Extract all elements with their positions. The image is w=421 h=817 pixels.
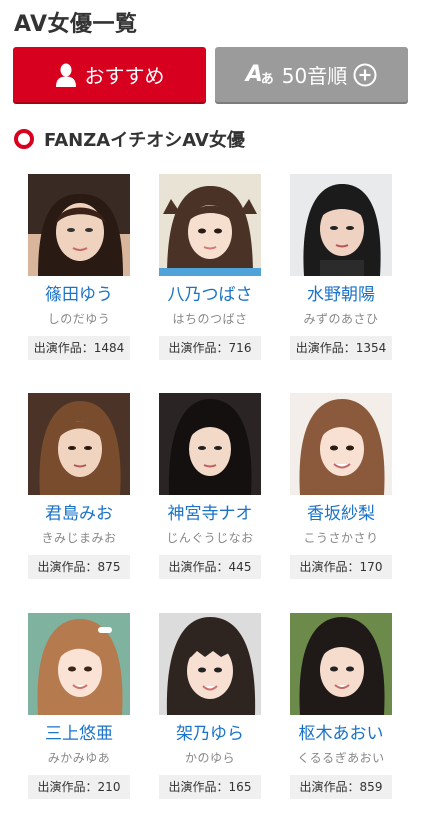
section-title: FANZAイチオシAV女優 [44,130,245,151]
actress-photo[interactable] [290,393,392,495]
syllabary-icon: A あ [245,61,274,87]
actress-card[interactable]: 神宮寺ナオ じんぐうじなお 出演作品：445 [158,393,262,579]
actress-card[interactable]: 枢木あおい くるるぎあおい 出演作品：859 [289,613,393,799]
actress-name[interactable]: 神宮寺ナオ [158,503,262,525]
actress-kana: こうさかさり [303,531,379,545]
actress-photo[interactable] [28,393,130,495]
actress-card[interactable]: 君島みお きみじまみお 出演作品：875 [27,393,131,579]
actress-name[interactable]: 香坂紗梨 [289,503,393,525]
works-count: 出演作品：165 [159,775,261,799]
actress-kana: かのゆら [184,751,235,765]
works-count: 出演作品：170 [290,555,392,579]
actress-name[interactable]: 君島みお [27,503,131,525]
works-count: 出演作品：716 [159,336,261,360]
actress-kana: はちのつばさ [172,312,248,326]
tab-syllabary-label: 50音順 [281,64,348,88]
actress-photo[interactable] [159,174,261,276]
tab-syllabary[interactable]: A あ 50音順 [215,47,408,102]
actress-kana: くるるぎあおい [297,751,385,765]
section-header: FANZAイチオシAV女優 [14,126,245,152]
actress-photo[interactable] [159,393,261,495]
actress-kana: きみじまみお [41,531,117,545]
works-count: 出演作品：859 [290,775,392,799]
actress-card[interactable]: 香坂紗梨 こうさかさり 出演作品：170 [289,393,393,579]
tab-recommend-label: おすすめ [84,64,165,88]
plus-circle-icon [353,63,377,86]
actress-card[interactable]: 三上悠亜 みかみゆあ 出演作品：210 [27,613,131,799]
works-count: 出演作品：445 [159,555,261,579]
actress-card[interactable]: 篠田ゆう しのだゆう 出演作品：1484 [27,174,131,360]
works-count: 出演作品：1484 [28,336,130,360]
actress-name[interactable]: 三上悠亜 [27,723,131,745]
actress-name[interactable]: 架乃ゆら [158,723,262,745]
actress-card[interactable]: 八乃つばさ はちのつばさ 出演作品：716 [158,174,262,360]
actress-kana: みずのあさひ [303,312,379,326]
actress-name[interactable]: 水野朝陽 [289,284,393,306]
actress-card[interactable]: 架乃ゆら かのゆら 出演作品：165 [158,613,262,799]
works-count: 出演作品：1354 [290,336,392,360]
actress-name[interactable]: 篠田ゆう [27,284,131,306]
actress-photo[interactable] [290,174,392,276]
actress-card[interactable]: 水野朝陽 みずのあさひ 出演作品：1354 [289,174,393,360]
page-title: AV女優一覧 [14,12,138,37]
actress-kana: じんぐうじなお [166,531,254,545]
actress-photo[interactable] [290,613,392,715]
actress-kana: みかみゆあ [47,751,111,765]
works-count: 出演作品：875 [28,555,130,579]
works-count: 出演作品：210 [28,775,130,799]
person-icon [55,63,76,87]
actress-photo[interactable] [28,174,130,276]
actress-name[interactable]: 八乃つばさ [158,284,262,306]
actress-photo[interactable] [28,613,130,715]
actress-kana: しのだゆう [47,312,111,326]
actress-name[interactable]: 枢木あおい [289,723,393,745]
actress-photo[interactable] [159,613,261,715]
circle-icon [14,129,34,149]
tab-recommend[interactable]: おすすめ [13,47,206,102]
